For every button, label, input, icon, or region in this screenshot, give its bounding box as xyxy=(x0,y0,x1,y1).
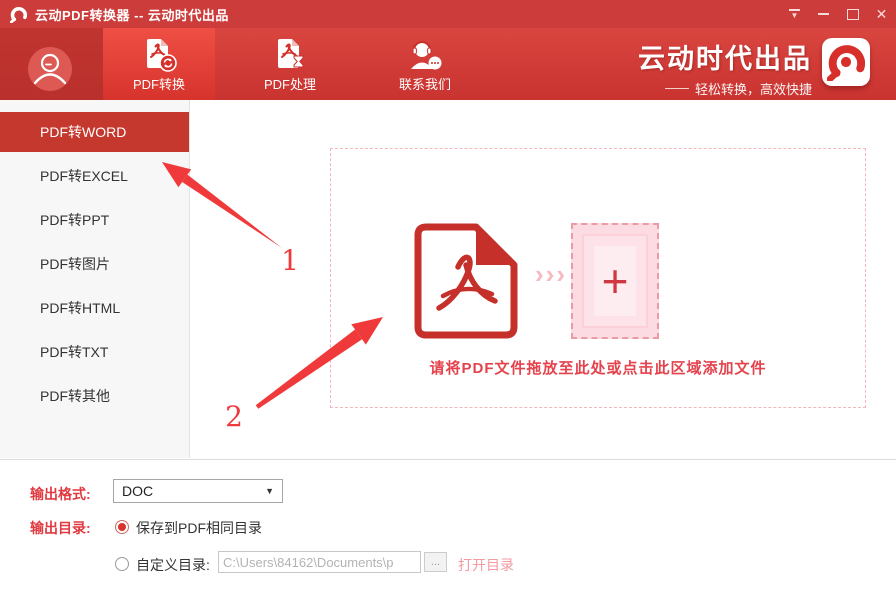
window-controls: ▼ ✕ xyxy=(780,0,896,28)
menu-icon[interactable]: ▼ xyxy=(780,0,809,28)
output-format-select[interactable]: DOC ▼ xyxy=(113,479,283,503)
dropzone-hint: 请将PDF文件拖放至此处或点击此区域添加文件 xyxy=(331,357,865,378)
sidebar-item-pdf-to-image[interactable]: PDF转图片 xyxy=(0,244,189,284)
tab-label: PDF转换 xyxy=(133,74,185,93)
brand-logo-icon xyxy=(822,38,870,86)
browse-button[interactable]: ... xyxy=(424,552,447,572)
brand-subtitle: 轻松转换，高效快捷 xyxy=(695,79,812,98)
file-dropzone[interactable]: ››› + 请将PDF文件拖放至此处或点击此区域添加文件 xyxy=(330,148,866,408)
minimize-icon[interactable] xyxy=(809,0,838,28)
chevrons-right-icon: ››› xyxy=(527,261,575,287)
sidebar-item-pdf-to-excel[interactable]: PDF转EXCEL xyxy=(0,156,189,196)
tab-pdf-convert[interactable]: PDF转换 xyxy=(103,28,215,100)
custom-dir-option-label[interactable]: 自定义目录: xyxy=(136,555,210,575)
pdf-file-icon xyxy=(414,223,518,344)
brand-subtitle-line xyxy=(665,88,689,89)
user-avatar[interactable] xyxy=(28,47,72,91)
tab-label: 联系我们 xyxy=(399,74,451,93)
titlebar: 云动PDF转换器 -- 云动时代出品 ▼ ✕ xyxy=(0,0,896,28)
sidebar-item-pdf-to-word[interactable]: PDF转WORD xyxy=(0,112,189,152)
sidebar-item-pdf-to-other[interactable]: PDF转其他 xyxy=(0,376,189,416)
chevron-down-icon: ▼ xyxy=(265,486,274,496)
contact-us-icon xyxy=(406,36,444,74)
custom-dir-radio[interactable] xyxy=(115,557,129,571)
same-dir-option-label[interactable]: 保存到PDF相同目录 xyxy=(136,518,262,538)
same-dir-radio[interactable] xyxy=(115,520,129,534)
add-file-target[interactable]: + xyxy=(571,223,659,339)
brand-subtitle-row: 轻松转换，高效快捷 xyxy=(638,79,812,98)
app-logo-icon xyxy=(10,6,27,23)
sidebar-item-pdf-to-ppt[interactable]: PDF转PPT xyxy=(0,200,189,240)
output-dir-label: 输出目录: xyxy=(30,518,91,538)
pdf-convert-icon xyxy=(140,36,178,74)
output-format-value: DOC xyxy=(122,483,265,499)
close-icon[interactable]: ✕ xyxy=(867,0,896,28)
header: PDF转换 PDF处理 xyxy=(0,28,896,100)
sidebar-item-pdf-to-html[interactable]: PDF转HTML xyxy=(0,288,189,328)
sidebar-item-pdf-to-txt[interactable]: PDF转TXT xyxy=(0,332,189,372)
main-panel: ››› + 请将PDF文件拖放至此处或点击此区域添加文件 xyxy=(191,100,896,458)
pdf-process-icon xyxy=(271,36,309,74)
tab-contact-us[interactable]: 联系我们 xyxy=(369,28,481,100)
tab-label: PDF处理 xyxy=(264,74,316,93)
output-format-label: 输出格式: xyxy=(30,484,91,504)
maximize-icon[interactable] xyxy=(838,0,867,28)
plus-icon: + xyxy=(573,225,657,337)
output-panel: 输出格式: DOC ▼ 输出目录: 保存到PDF相同目录 自定义目录: ... … xyxy=(0,459,896,599)
window-title: 云动PDF转换器 -- 云动时代出品 xyxy=(35,5,229,24)
custom-dir-input[interactable] xyxy=(218,551,421,573)
app-window: 云动PDF转换器 -- 云动时代出品 ▼ ✕ xyxy=(0,0,896,599)
open-dir-link[interactable]: 打开目录 xyxy=(458,555,514,575)
tab-pdf-process[interactable]: PDF处理 xyxy=(234,28,346,100)
brand-title: 云动时代出品 xyxy=(638,37,812,76)
brand-block: 云动时代出品 轻松转换，高效快捷 xyxy=(638,37,812,98)
sidebar: PDF转WORD PDF转EXCEL PDF转PPT PDF转图片 PDF转HT… xyxy=(0,100,190,458)
